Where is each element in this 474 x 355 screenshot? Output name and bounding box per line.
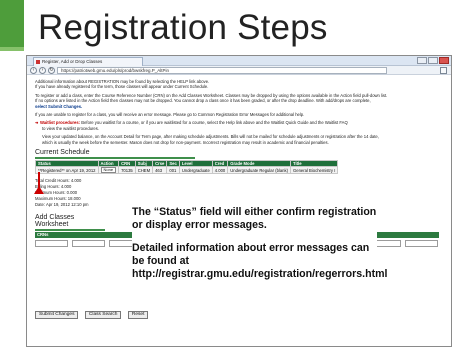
- reset-button[interactable]: Reset: [127, 311, 149, 319]
- submit-changes-button[interactable]: Submit Changes: [35, 311, 79, 319]
- minimize-icon[interactable]: [417, 57, 427, 64]
- add-classes-heading: Add Classes Worksheet: [35, 214, 105, 232]
- schedule-table: Status Action CRN Subj Crse Sec Level Cr…: [35, 160, 339, 175]
- slide-accent-bar: [0, 0, 24, 355]
- form-buttons: Submit Changes Class Search Reset: [35, 302, 150, 320]
- forward-icon[interactable]: ›: [39, 67, 46, 74]
- hours-summary: Total Credit Hours: 4.000 Billing Hours:…: [35, 178, 443, 208]
- crn-input[interactable]: [35, 240, 68, 248]
- reload-icon[interactable]: ↻: [48, 67, 55, 74]
- browser-toolbar: ‹ › ↻ https://patriotweb.gmu.edu/pls/pro…: [27, 66, 451, 75]
- crn-cell: 70135: [118, 166, 136, 175]
- status-cell: **Registered** on Apr 19, 2012: [35, 166, 99, 175]
- action-select[interactable]: None: [100, 167, 117, 174]
- wrench-icon[interactable]: [440, 67, 447, 74]
- status-arrow-icon: [33, 186, 44, 194]
- browser-tabbar: Register, Add or Drop Classes: [27, 56, 451, 66]
- class-search-button[interactable]: Class Search: [84, 311, 122, 319]
- cred-cell: 4.000: [211, 166, 229, 175]
- close-icon[interactable]: [439, 57, 449, 64]
- address-bar[interactable]: https://patriotweb.gmu.edu/pls/prod/bwsk…: [57, 67, 387, 74]
- title-cell: General Biochemistry I: [289, 166, 339, 175]
- crn-input[interactable]: [405, 240, 438, 248]
- table-row: **Registered** on Apr 19, 2012 None 7013…: [35, 166, 339, 175]
- back-icon[interactable]: ‹: [30, 67, 37, 74]
- browser-tab-title: Register, Add or Drop Classes: [42, 59, 103, 64]
- crn-input[interactable]: [72, 240, 105, 248]
- callout-error-info: Detailed information about error message…: [132, 242, 388, 280]
- fee-text: which is usually the week before the sem…: [42, 139, 329, 145]
- slide-title: Registration Steps: [38, 8, 328, 47]
- slide-accent-block: [0, 0, 24, 47]
- waitlist-line: Before you waitlist for a course, or if …: [81, 120, 348, 126]
- current-schedule-heading: Current Schedule: [35, 149, 195, 160]
- annotation-callout: The “Status” field will either confirm r…: [132, 206, 388, 291]
- sec-cell: 001: [166, 166, 180, 175]
- level-cell: Undergraduate: [178, 166, 213, 175]
- slide-accent-stripe: [0, 47, 24, 51]
- browser-window: Register, Add or Drop Classes ‹ › ↻ http…: [26, 55, 452, 347]
- favicon-icon: [36, 60, 40, 64]
- waitlist-label: Waitlist procedures:: [40, 120, 81, 126]
- callout-status: The “Status” field will either confirm r…: [132, 206, 377, 231]
- grade-mode-cell: Undergraduate Regular (blank): [227, 166, 291, 175]
- crse-cell: 463: [152, 166, 168, 175]
- browser-tab[interactable]: Register, Add or Drop Classes: [33, 57, 143, 66]
- action-cell: None: [97, 166, 120, 175]
- maximize-icon[interactable]: [428, 57, 438, 64]
- subj-cell: CHEM: [134, 166, 154, 175]
